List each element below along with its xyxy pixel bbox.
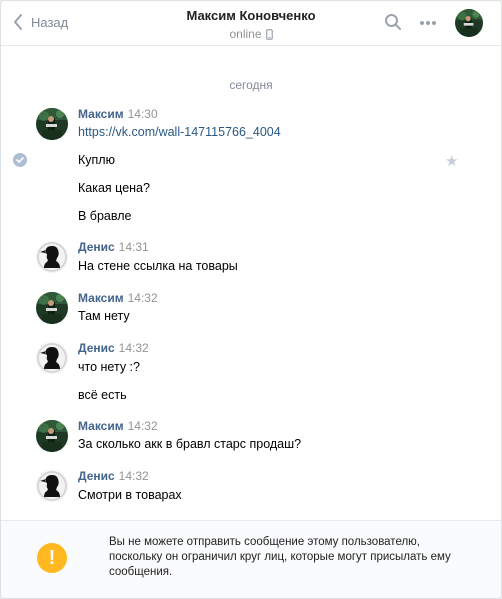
message-header: Максим 14:32 <box>78 419 158 433</box>
chat-header: Назад Максим Коновченко online <box>1 1 501 46</box>
author-name[interactable]: Денис <box>78 240 115 254</box>
avatar[interactable] <box>36 241 68 273</box>
message-header: Денис 14:32 <box>78 469 149 483</box>
author-name[interactable]: Денис <box>78 469 115 483</box>
star-icon[interactable]: ★ <box>445 152 458 170</box>
message-time[interactable]: 14:31 <box>119 240 149 254</box>
online-status: online <box>1 27 501 41</box>
author-name[interactable]: Денис <box>78 341 115 355</box>
message-header: Максим 14:32 <box>78 291 158 305</box>
message-text: За сколько акк в бравл старс продаш? <box>78 437 302 451</box>
message-text: Куплю <box>78 153 115 167</box>
message-header: Денис 14:32 <box>78 341 149 355</box>
avatar[interactable] <box>36 342 68 374</box>
date-separator: сегодня <box>229 78 273 92</box>
message-text: Какая цена? <box>78 181 150 195</box>
author-name[interactable]: Максим <box>78 107 124 121</box>
message-time[interactable]: 14:32 <box>119 341 149 355</box>
search-icon[interactable] <box>384 13 402 31</box>
message-text: В бравле <box>78 209 132 223</box>
message-text: Смотри в товарах <box>78 488 182 502</box>
mobile-phone-icon <box>265 28 273 40</box>
warning-icon: ! <box>37 543 67 573</box>
status-text: online <box>229 27 262 41</box>
avatar[interactable] <box>36 108 68 140</box>
message-time[interactable]: 14:32 <box>119 469 149 483</box>
check-icon <box>16 157 24 163</box>
avatar[interactable] <box>36 292 68 324</box>
cannot-send-notice: ! Вы не можете отправить сообщение этому… <box>1 520 501 598</box>
notice-text: Вы не можете отправить сообщение этому п… <box>109 536 451 578</box>
more-options-icon[interactable] <box>419 20 437 26</box>
message-text: На стене ссылка на товары <box>78 259 238 273</box>
message-header: Максим 14:30 <box>78 107 158 121</box>
message-text: всё есть <box>78 388 127 402</box>
message-text: Там нету <box>78 309 130 323</box>
message-link[interactable]: https://vk.com/wall-147115766_4004 <box>78 125 281 139</box>
message-time[interactable]: 14:32 <box>128 291 158 305</box>
author-name[interactable]: Максим <box>78 419 124 433</box>
message-time[interactable]: 14:30 <box>128 107 158 121</box>
avatar[interactable] <box>36 420 68 452</box>
chat-window: Назад Максим Коновченко online сегодня М… <box>0 0 502 599</box>
message-header: Денис 14:31 <box>78 240 149 254</box>
author-name[interactable]: Максим <box>78 291 124 305</box>
header-avatar[interactable] <box>455 9 483 37</box>
avatar[interactable] <box>36 470 68 502</box>
message-time[interactable]: 14:32 <box>128 419 158 433</box>
select-message-checkbox[interactable] <box>13 153 27 167</box>
message-text: что нету :? <box>78 360 140 374</box>
